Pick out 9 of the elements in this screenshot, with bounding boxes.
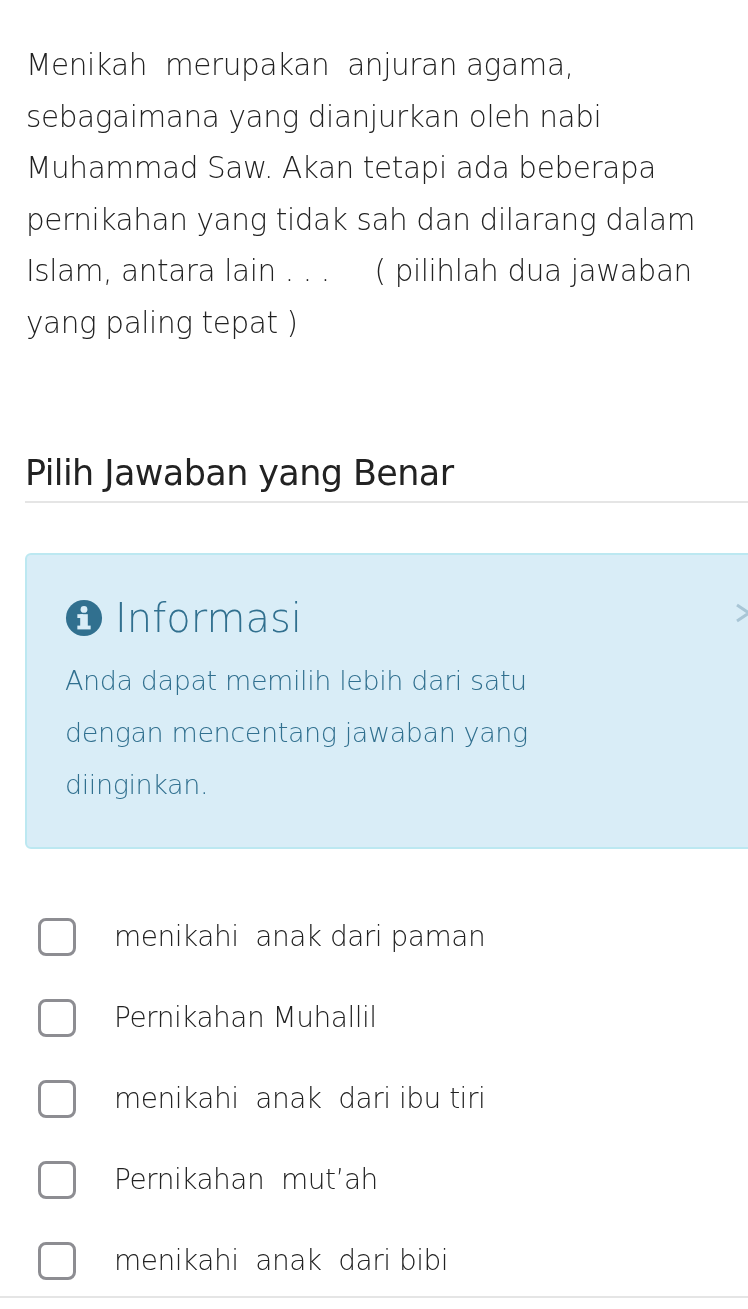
info-text: Anda dapat memilih lebih dari satu dengan mencentang jawaban yang diinginkan.: [65, 664, 529, 802]
info-title: Informasi: [115, 595, 302, 641]
option-label[interactable]: Pernikahan Muhallil: [114, 1001, 377, 1034]
section-heading: Pilih Jawaban yang Benar: [25, 453, 748, 503]
option-label[interactable]: Pernikahan mut’ah: [114, 1163, 378, 1196]
option-label[interactable]: menikahi anak dari ibu tiri: [114, 1082, 486, 1115]
option-label[interactable]: menikahi anak dari bibi: [114, 1244, 449, 1277]
question-text: Menikah merupakan anjuran agama, sebagaimana yang dianjurkan oleh nabi Muhammad Saw. Akan tetapi ada beberapa pernikahan yang tidak sah dan dilarang dalam Islam, antara lain . . . ( pilihlah dua jawaban yang paling tepat ): [25, 47, 696, 342]
option-label[interactable]: menikahi anak dari paman: [114, 920, 486, 953]
